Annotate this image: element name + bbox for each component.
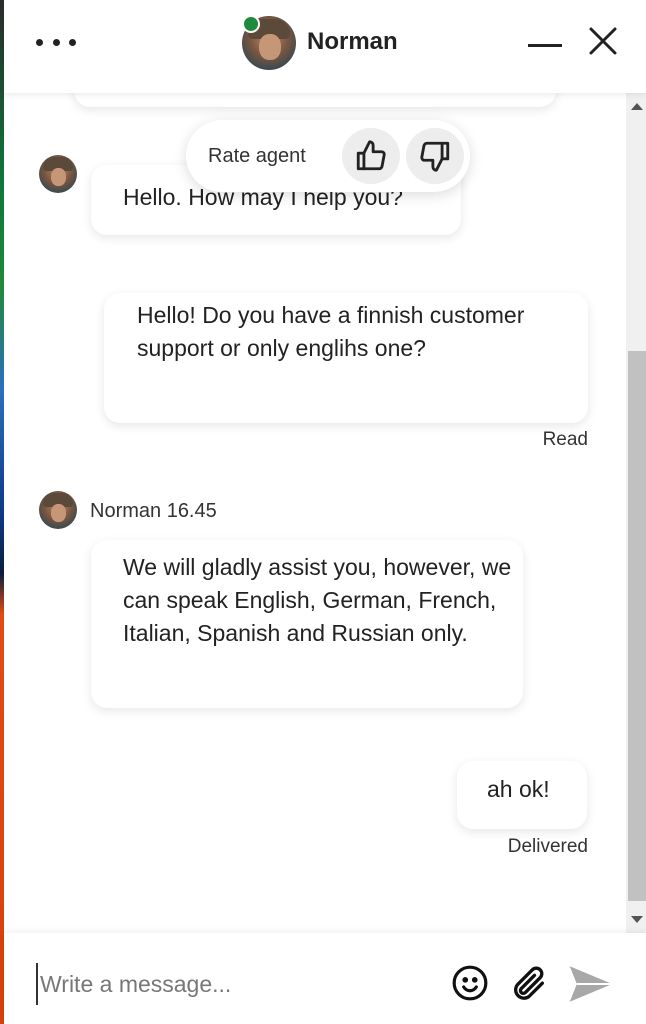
chat-header: Norman [4,0,646,93]
online-status-icon [242,15,260,33]
attach-button[interactable] [509,964,549,1009]
message-text: ah ok! [487,776,550,802]
previous-message-bubble [74,93,556,107]
rate-agent-label: Rate agent [208,145,306,167]
minimize-button[interactable] [524,28,566,58]
message-text: We will gladly assist you, however, we c… [123,554,512,646]
read-receipt: Read [542,429,588,450]
agent-avatar-small [39,155,77,193]
user-message-bubble: Hello! Do you have a finnish customer su… [104,293,588,423]
paperclip-icon [514,966,544,1000]
delivered-receipt: Delivered [507,836,588,857]
agent-avatar-small [39,491,77,529]
close-button[interactable] [588,26,618,56]
send-button[interactable] [568,964,614,1009]
scroll-up-arrow-icon[interactable] [631,103,643,110]
message-text: Hello! Do you have a finnish customer su… [137,302,525,361]
send-icon [569,966,613,1002]
user-message-bubble: ah ok! [457,761,587,829]
thumbs-up-icon [356,140,386,171]
thumbs-down-icon [420,141,450,172]
close-icon [589,27,617,55]
emoji-button[interactable] [451,964,489,1007]
thumbs-down-button[interactable] [406,128,464,184]
thumbs-up-button[interactable] [342,128,400,184]
message-input[interactable] [36,963,432,1005]
scrollbar-thumb[interactable] [628,351,646,901]
message-composer [4,933,646,1024]
message-list: Rate agent Hello. How may I help you? He… [4,93,626,933]
more-dots-icon[interactable] [36,32,76,52]
emoji-icon [452,965,488,1001]
message-sender-time: Norman 16.45 [90,500,217,522]
agent-name: Norman [307,28,398,55]
scroll-down-arrow-icon[interactable] [631,916,643,923]
rate-agent-panel: Rate agent [186,120,470,192]
message-scrollbar[interactable] [626,93,646,933]
chat-window: Norman Rate agent Hello. How may I help … [4,0,646,1024]
minimize-icon [528,44,562,47]
agent-message-bubble: We will gladly assist you, however, we c… [91,540,523,708]
